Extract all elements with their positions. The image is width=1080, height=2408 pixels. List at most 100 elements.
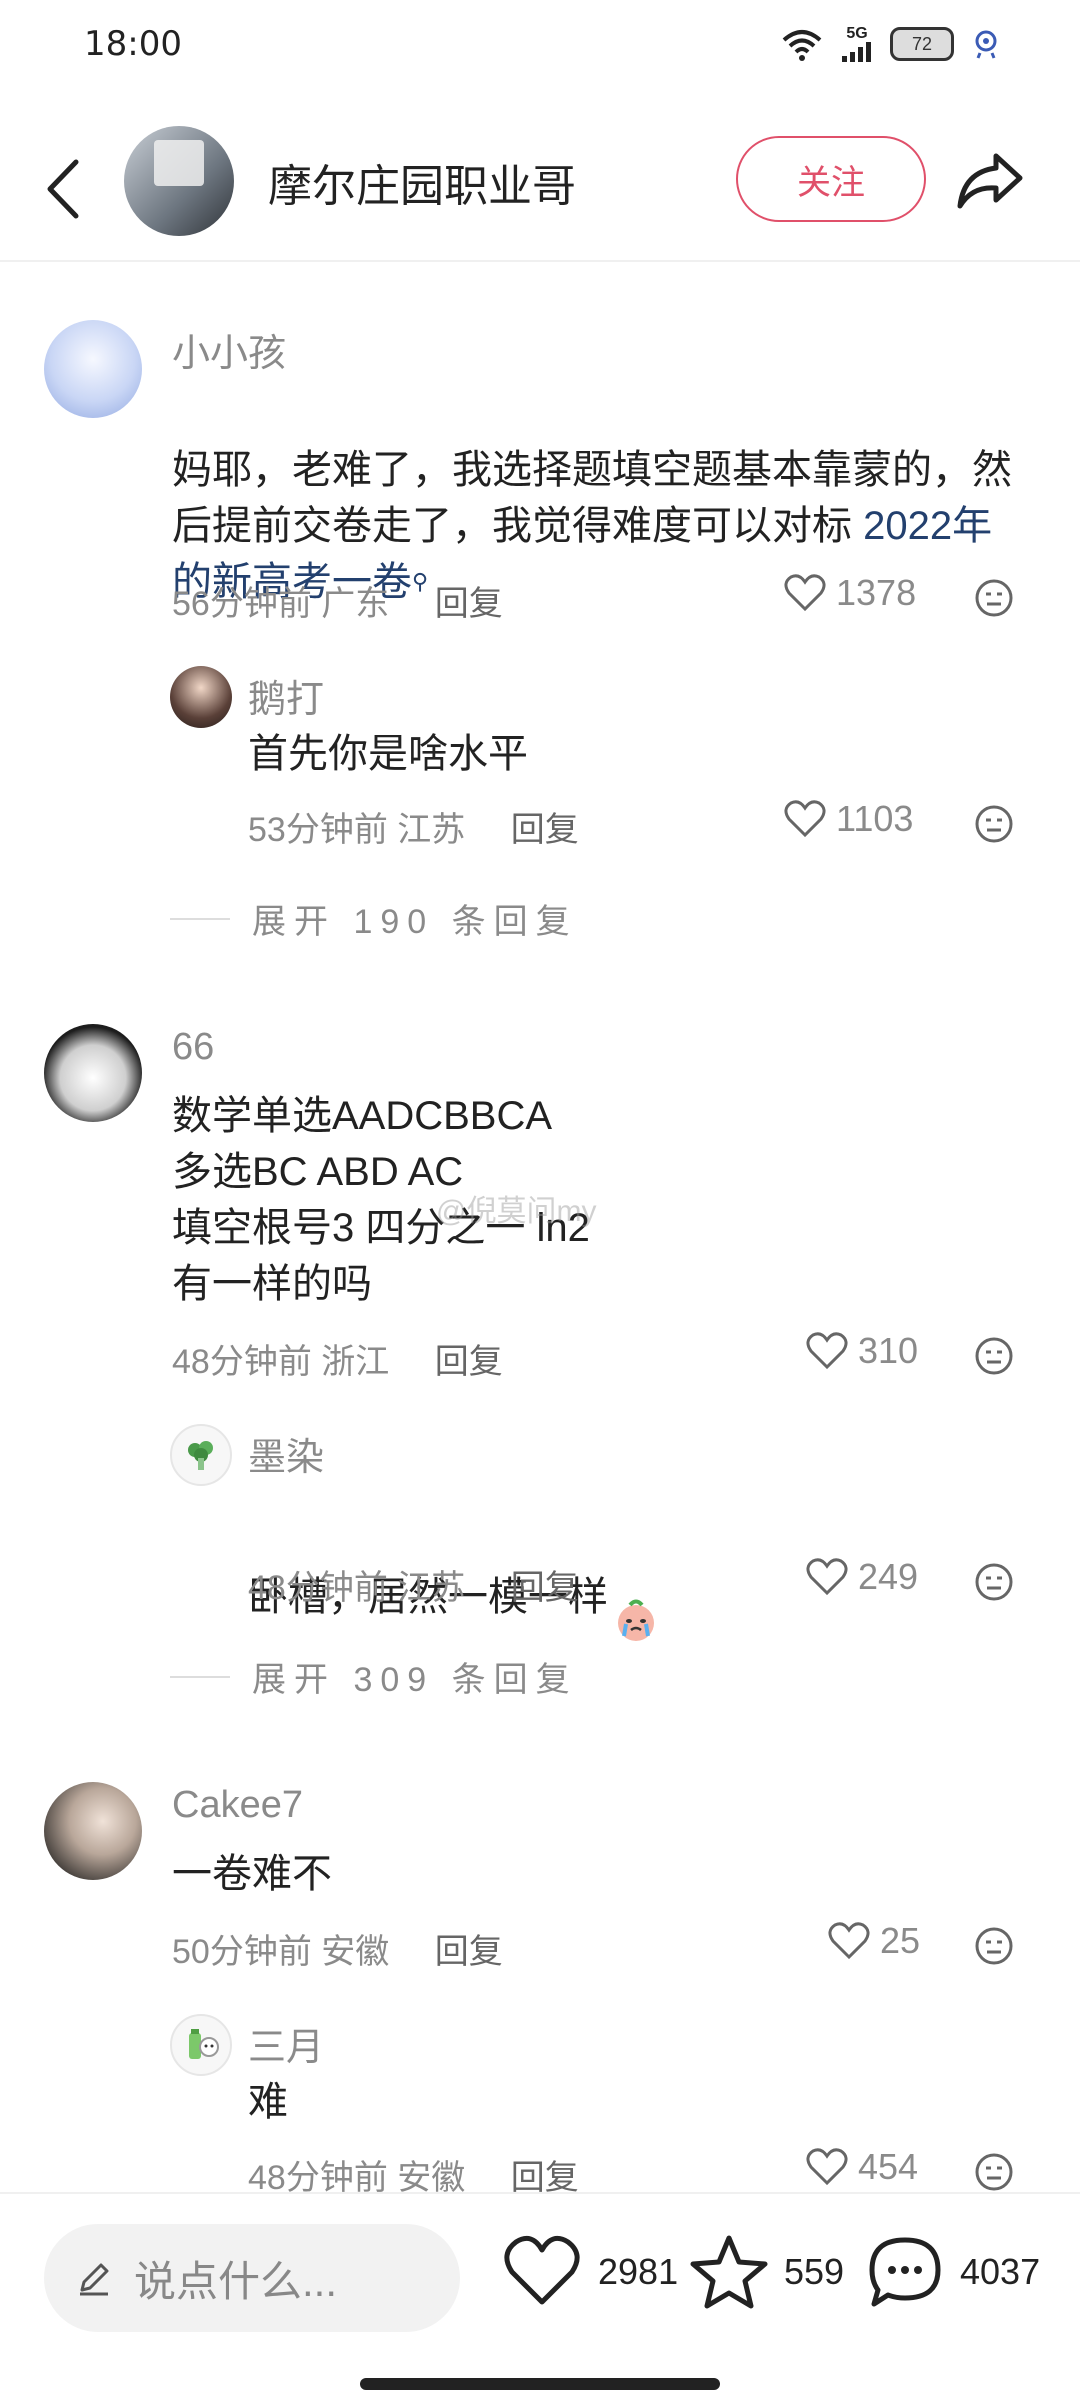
reply-time: 48分钟前 (248, 1569, 388, 1607)
comment-meta: 50分钟前 安徽 回复 (172, 1924, 503, 1973)
follow-button[interactable]: 关注 (736, 136, 926, 222)
reply-button[interactable]: 回复 (511, 1569, 579, 1607)
header-avatar[interactable] (124, 126, 234, 236)
comment-author[interactable]: 66 (172, 1026, 214, 1069)
more-icon[interactable] (974, 1336, 1014, 1376)
like-count: 25 (880, 1920, 921, 1961)
star-icon (690, 2235, 768, 2309)
avatar[interactable] (44, 320, 142, 418)
comment-time: 56分钟前 (172, 585, 312, 623)
watermark: @倪莫问my (436, 1195, 597, 1228)
like-count: 1103 (836, 798, 914, 839)
more-icon[interactable] (974, 1926, 1014, 1966)
back-button[interactable] (40, 156, 86, 222)
reply-button[interactable]: 回复 (435, 1343, 503, 1381)
reply-text[interactable]: 首先你是啥水平 (248, 726, 528, 782)
avatar[interactable] (44, 1024, 142, 1122)
comment-icon (869, 2237, 941, 2307)
input-placeholder: 说点什么... (134, 2257, 338, 2305)
comment-total: 4037 (960, 2251, 1041, 2292)
app-icon (972, 29, 1000, 59)
like-count: 310 (858, 1330, 919, 1371)
expand-replies[interactable]: 展开 190 条回复 (170, 894, 578, 943)
back-icon (47, 159, 79, 219)
reply-time: 53分钟前 (248, 811, 388, 849)
comment-text[interactable]: 一卷难不 (172, 1846, 332, 1902)
header: 摩尔庄园职业哥 关注 (0, 118, 1080, 262)
share-icon (957, 153, 1023, 209)
favorite-action[interactable]: 559 (690, 2234, 844, 2310)
wifi-icon (780, 26, 824, 62)
reply-meta: 53分钟前 江苏 回复 (248, 802, 579, 851)
comment-location: 广东 (321, 585, 390, 623)
heart-icon (784, 800, 826, 838)
reply-meta: 48分钟前 江苏 回复 (248, 1560, 579, 1609)
more-icon[interactable] (974, 804, 1014, 844)
avatar[interactable] (170, 666, 232, 728)
signal-icon: 5G (842, 26, 872, 62)
heart-icon (806, 2148, 848, 2186)
heart-icon (828, 1922, 870, 1960)
reply-author[interactable]: 墨染 (248, 1426, 324, 1481)
like-action[interactable]: 2981 (502, 2234, 678, 2310)
reply-text[interactable]: 难 (248, 2074, 288, 2130)
battery-icon: 72 (890, 27, 954, 61)
more-icon[interactable] (974, 578, 1014, 618)
more-icon[interactable] (974, 2152, 1014, 2192)
comment-meta: 48分钟前 浙江 回复 (172, 1334, 503, 1383)
comment-time: 50分钟前 (172, 1933, 312, 1971)
status-bar: 18:00 5G 72 (0, 0, 1080, 100)
like-count: 454 (858, 2146, 919, 2187)
comment-text[interactable]: 数学单选AADCBBCA 多选BC ABD AC 填空根号3 四分之一 ln2 … (172, 1088, 1032, 1312)
reply-author[interactable]: 三月 (248, 2016, 324, 2071)
expand-replies[interactable]: 展开 309 条回复 (170, 1652, 578, 1701)
avatar[interactable] (170, 1424, 232, 1486)
crying-emoji-icon (612, 1540, 660, 1659)
comment-input[interactable]: 说点什么... (44, 2224, 460, 2332)
comment-meta: 56分钟前 广东 回复 (172, 576, 503, 625)
header-title: 摩尔庄园职业哥 (268, 162, 576, 211)
status-icons: 5G 72 (780, 26, 1000, 62)
avatar[interactable] (44, 1782, 142, 1880)
comment-author[interactable]: 小小孩 (172, 322, 286, 377)
status-time: 18:00 (84, 24, 182, 64)
pencil-icon (80, 2263, 109, 2296)
expand-label: 展开 190 条回复 (252, 903, 578, 941)
reply-button[interactable]: 回复 (435, 585, 503, 623)
expand-label: 展开 309 条回复 (252, 1661, 578, 1699)
comment-action[interactable]: 4037 (866, 2234, 1040, 2310)
reply-button[interactable]: 回复 (435, 1933, 503, 1971)
share-button[interactable] (954, 148, 1026, 212)
like-button[interactable]: 1103 (784, 798, 913, 840)
comment-location: 安徽 (321, 1933, 390, 1971)
home-indicator[interactable] (360, 2378, 720, 2390)
like-button[interactable]: 249 (806, 1556, 918, 1598)
heart-icon (806, 1332, 848, 1370)
divider (170, 917, 230, 920)
like-button[interactable]: 454 (806, 2146, 918, 2188)
like-count: 249 (858, 1556, 919, 1597)
heart-icon (806, 1558, 848, 1596)
reply-location: 江苏 (397, 1569, 466, 1607)
network-label: 5G (846, 25, 868, 42)
heart-icon (784, 574, 826, 612)
broccoli-icon (188, 1441, 213, 1470)
more-icon[interactable] (974, 1562, 1014, 1602)
like-button[interactable]: 310 (806, 1330, 918, 1372)
comment-time: 48分钟前 (172, 1343, 312, 1381)
like-total: 2981 (598, 2251, 679, 2292)
like-button[interactable]: 1378 (784, 572, 916, 614)
like-button[interactable]: 25 (828, 1920, 920, 1962)
heart-icon (504, 2235, 580, 2305)
divider (170, 1675, 230, 1678)
bottle-cat-icon (189, 2029, 219, 2059)
comment-author[interactable]: Cakee7 (172, 1784, 303, 1827)
comment-location: 浙江 (321, 1343, 390, 1381)
avatar[interactable] (170, 2014, 232, 2076)
reply-author[interactable]: 鹅打 (248, 668, 324, 723)
reply-location: 江苏 (397, 811, 466, 849)
bottom-bar: 说点什么... 2981 559 4037 (0, 2192, 1080, 2408)
like-count: 1378 (836, 572, 917, 613)
reply-button[interactable]: 回复 (511, 811, 579, 849)
favorite-total: 559 (784, 2251, 845, 2292)
